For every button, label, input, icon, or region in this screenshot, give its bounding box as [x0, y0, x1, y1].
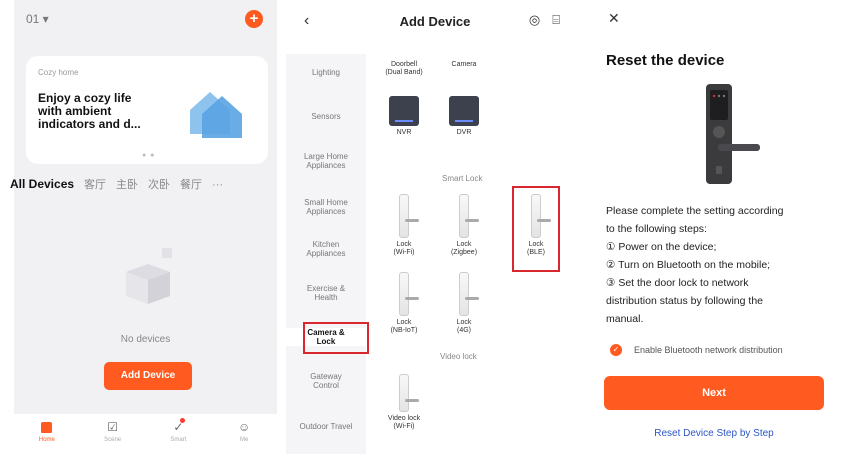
device-lock-4g[interactable]: Lock (4G) [436, 272, 492, 335]
device-dvr[interactable]: DVR [436, 96, 492, 137]
lock-icon [399, 194, 419, 238]
device-label: Lock (Zigbee) [450, 241, 478, 256]
banner-title: Enjoy a cozy life with ambient indicator… [38, 91, 141, 131]
tab-smart-label: Smart [170, 437, 187, 443]
category-sensors[interactable]: Sensors [286, 112, 366, 121]
device-label: DVR [456, 129, 472, 136]
door-lock-image [706, 84, 760, 184]
scan-icon[interactable]: ◎ [529, 12, 540, 28]
instruction-line: ① Power on the device; [606, 241, 717, 253]
category-gateway-control[interactable]: Gateway Control [286, 372, 366, 390]
instruction-line: ② Turn on Bluetooth on the mobile; [606, 259, 771, 271]
device-lock-zigbee[interactable]: Lock (Zigbee) [436, 194, 492, 257]
tab-home[interactable]: Home [27, 420, 67, 454]
tab-smart[interactable]: ✓ Smart [158, 420, 198, 454]
device-label: Lock (4G) [456, 319, 472, 334]
reset-device-screen: ✕ Reset the device Please complete the s… [592, 0, 846, 454]
device-label: Video lock (Wi-Fi) [387, 415, 421, 430]
bottom-tab-bar: Home ☑ Scene ✓ Smart ☺ Me [14, 414, 277, 454]
dvr-icon [449, 96, 479, 126]
bluetooth-option-label: Enable Bluetooth network distribution [634, 345, 783, 355]
scene-icon: ☑ [107, 420, 118, 434]
smart-icon: ✓ [173, 420, 184, 434]
lock-icon [399, 272, 419, 316]
section-video-lock: Video lock [440, 352, 477, 361]
tab-dining-room[interactable]: 餐厅 [180, 176, 202, 192]
device-label: NVR [396, 129, 412, 136]
lock-icon [459, 194, 479, 238]
lock-icon [399, 374, 419, 412]
banner-pagination: ● ● [142, 152, 156, 159]
instruction-line: Please complete the setting according [606, 205, 784, 217]
qr-code-icon[interactable]: ⌸ [552, 12, 560, 28]
tab-home-label: Home [38, 437, 55, 443]
category-exercise-health[interactable]: Exercise & Health [286, 284, 366, 302]
lock-icon [459, 272, 479, 316]
add-device-button[interactable]: Add Device [104, 362, 192, 390]
device-video-lock[interactable]: Video lock (Wi-Fi) [376, 374, 432, 431]
bluetooth-option[interactable]: ✓ Enable Bluetooth network distribution [610, 344, 783, 356]
device-label: Doorbell (Dual Band) [385, 61, 423, 76]
checkbox-checked-icon[interactable]: ✓ [610, 344, 622, 356]
next-button[interactable]: Next [604, 376, 824, 410]
empty-box-icon [126, 248, 172, 304]
device-label: Camera [451, 61, 477, 68]
home-selector[interactable]: 01 ▾ [26, 12, 49, 26]
category-kitchen-appliances[interactable]: Kitchen Appliances [286, 240, 366, 258]
tab-second-bedroom[interactable]: 次卧 [148, 176, 170, 192]
room-tabs: All Devices 客厅 主卧 次卧 餐厅 ··· [10, 176, 280, 192]
instruction-line: ③ Set the door lock to network [606, 277, 749, 289]
home-screen: 01 ▾ + Cozy home Enjoy a cozy life with … [10, 0, 277, 454]
nvr-icon [389, 96, 419, 126]
highlight-box-category [303, 322, 369, 354]
tab-master-bedroom[interactable]: 主卧 [116, 176, 138, 192]
highlight-box-device [512, 186, 560, 272]
reset-step-by-step-link[interactable]: Reset Device Step by Step [592, 428, 836, 439]
promo-banner[interactable]: Cozy home Enjoy a cozy life with ambient… [26, 56, 268, 164]
add-device-screen: ‹ Add Device ◎ ⌸ Lighting Sensors Large … [286, 0, 584, 454]
category-sidebar: Lighting Sensors Large Home Appliances S… [286, 54, 366, 454]
category-outdoor-travel[interactable]: Outdoor Travel [286, 422, 366, 431]
device-doorbell[interactable]: Doorbell (Dual Band) [376, 58, 432, 77]
tab-scene-label: Scene [104, 437, 122, 443]
category-small-home-appliances[interactable]: Small Home Appliances [286, 198, 366, 216]
instruction-line: manual. [606, 313, 644, 325]
more-rooms-icon[interactable]: ··· [212, 179, 223, 191]
tab-me[interactable]: ☺ Me [224, 420, 264, 454]
banner-caption: Cozy home [38, 68, 79, 77]
house-illustration-icon [190, 92, 242, 138]
device-lock-nbiot[interactable]: Lock (NB-IoT) [376, 272, 432, 335]
device-lock-wifi[interactable]: Lock (Wi-Fi) [376, 194, 432, 257]
me-icon: ☺ [237, 420, 251, 434]
reset-instructions: Please complete the setting according to… [606, 202, 838, 328]
device-camera[interactable]: Camera [436, 58, 492, 69]
instruction-line: to the following steps: [606, 223, 707, 235]
device-label: Lock (Wi-Fi) [393, 241, 415, 256]
add-plus-button[interactable]: + [245, 10, 263, 28]
category-large-home-appliances[interactable]: Large Home Appliances [286, 152, 366, 170]
tab-all-devices[interactable]: All Devices [10, 177, 74, 191]
tab-scene[interactable]: ☑ Scene [93, 420, 133, 454]
close-icon[interactable]: ✕ [608, 10, 620, 27]
device-nvr[interactable]: NVR [376, 96, 432, 137]
tab-living-room[interactable]: 客厅 [84, 176, 106, 192]
tab-me-label: Me [239, 437, 249, 443]
page-title: Reset the device [606, 52, 725, 69]
empty-state-text: No devices [120, 334, 171, 345]
device-label: Lock (NB-IoT) [390, 319, 418, 334]
section-smart-lock: Smart Lock [442, 174, 483, 183]
instruction-line: distribution status by following the [606, 295, 764, 307]
category-lighting[interactable]: Lighting [286, 68, 366, 77]
home-icon [41, 422, 53, 433]
